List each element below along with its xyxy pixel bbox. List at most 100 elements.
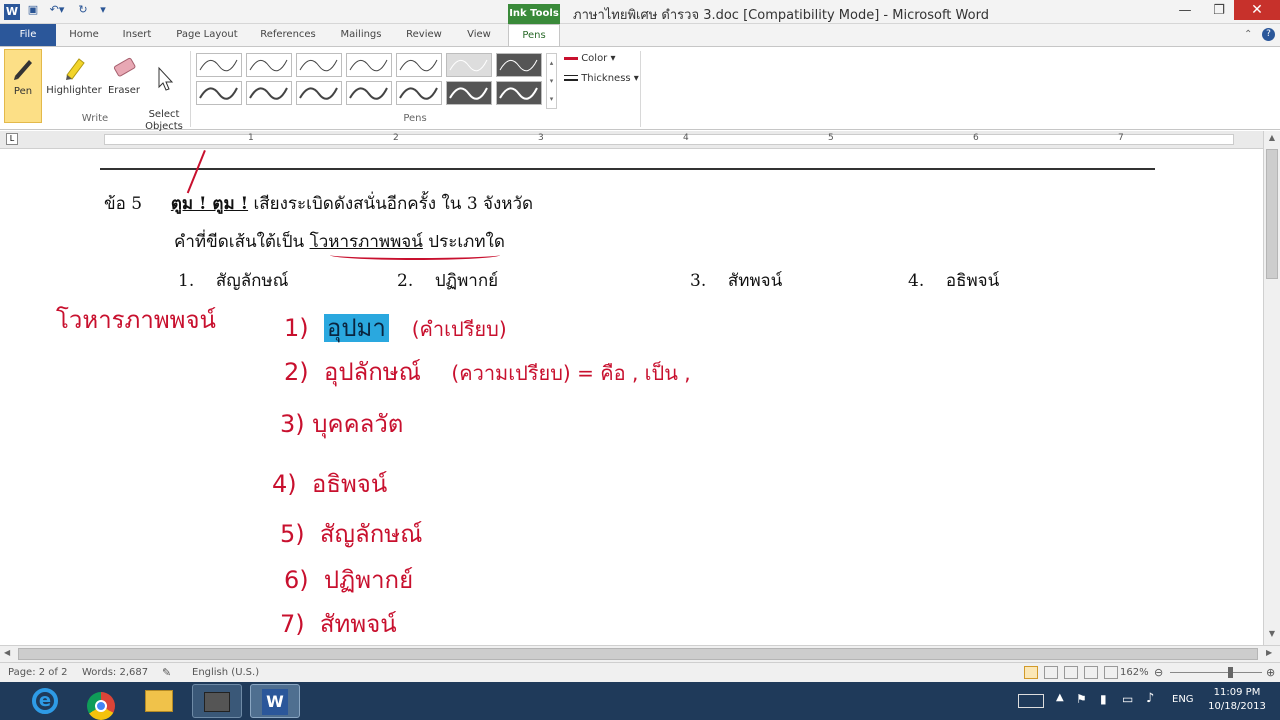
ink-tools-contextual-label: Ink Tools <box>508 4 560 24</box>
pen-style-swatch[interactable] <box>396 81 442 105</box>
ruler-number: 1 <box>248 133 254 143</box>
pens-gallery <box>196 53 544 109</box>
horizontal-scrollbar[interactable]: ◀ ▶ <box>0 645 1280 662</box>
tab-review[interactable]: Review <box>398 24 450 46</box>
chrome-icon[interactable] <box>76 684 126 720</box>
web-layout-view-icon[interactable] <box>1064 666 1078 679</box>
internet-explorer-icon[interactable]: e <box>20 684 70 718</box>
input-language[interactable]: ENG <box>1172 694 1194 705</box>
pen-style-swatch[interactable] <box>296 81 342 105</box>
full-screen-view-icon[interactable] <box>1044 666 1058 679</box>
tab-home[interactable]: Home <box>62 24 106 46</box>
group-separator <box>190 51 191 127</box>
undo-icon[interactable]: ↶▾ <box>46 3 68 20</box>
outline-view-icon[interactable] <box>1084 666 1098 679</box>
horizontal-scroll-thumb[interactable] <box>18 648 1258 660</box>
word-taskbar-icon[interactable]: W <box>250 684 300 718</box>
draft-view-icon[interactable] <box>1104 666 1118 679</box>
keyboard-icon[interactable] <box>1018 694 1044 708</box>
word-count[interactable]: Words: 2,687 <box>82 667 148 678</box>
taskbar-app-icon[interactable] <box>192 684 242 718</box>
minimize-ribbon-icon[interactable]: ⌃ <box>1244 29 1252 40</box>
print-layout-view-icon[interactable] <box>1024 666 1038 679</box>
prompt-prefix: คำที่ขีดเส้นใต้เป็น <box>174 232 305 252</box>
group-separator <box>640 51 641 127</box>
vertical-scrollbar[interactable]: ▲ ▼ <box>1263 131 1280 645</box>
zoom-in-icon[interactable]: ⊕ <box>1266 666 1275 679</box>
question-underlined-words: ตูม ! ตูม ! <box>170 194 249 214</box>
network-icon[interactable]: ▮ <box>1100 692 1107 706</box>
pen-style-swatch[interactable] <box>196 81 242 105</box>
pen-style-swatch[interactable] <box>496 81 542 105</box>
show-hidden-icons-icon[interactable]: ▲ <box>1056 692 1064 703</box>
pen-label: Pen <box>13 86 33 97</box>
ink-item-1: 1) อุปมา (คำเปรียบ) <box>284 314 507 342</box>
choice-1: 1. สัญลักษณ์ <box>178 271 289 291</box>
status-bar: Page: 2 of 2 Words: 2,687 ✎ English (U.S… <box>0 662 1280 682</box>
tab-references[interactable]: References <box>252 24 324 46</box>
tab-insert[interactable]: Insert <box>114 24 160 46</box>
pen-style-swatch[interactable] <box>496 53 542 77</box>
page-indicator[interactable]: Page: 2 of 2 <box>8 667 67 678</box>
pen-style-swatch[interactable] <box>196 53 242 77</box>
highlighter-button[interactable]: Highlighter <box>44 49 104 123</box>
pen-style-swatch[interactable] <box>246 81 292 105</box>
battery-icon[interactable]: ▭ <box>1122 692 1133 706</box>
proofing-icon[interactable]: ✎ <box>162 666 171 679</box>
zoom-level[interactable]: 162% <box>1120 667 1149 678</box>
zoom-out-icon[interactable]: ⊖ <box>1154 666 1163 679</box>
document-page[interactable]: ข้อ 5 ตูม ! ตูม ! เสียงระเบิดดังสนั่นอีก… <box>0 150 1263 645</box>
file-explorer-icon[interactable] <box>134 684 184 718</box>
tab-selector-icon[interactable]: L <box>6 133 18 145</box>
pens-gallery-scroll[interactable]: ▴ ▾ ▾ <box>546 53 557 109</box>
language-indicator[interactable]: English (U.S.) <box>192 667 259 678</box>
minimize-icon[interactable]: — <box>1168 1 1202 21</box>
pen-button[interactable]: Pen <box>4 49 42 123</box>
eraser-button[interactable]: Eraser <box>106 49 142 123</box>
pen-icon <box>14 60 32 80</box>
pen-style-swatch[interactable] <box>446 81 492 105</box>
clock[interactable]: 11:09 PM 10/18/2013 <box>1206 686 1268 714</box>
vertical-scroll-thumb[interactable] <box>1266 149 1278 279</box>
pen-style-swatch[interactable] <box>246 53 292 77</box>
flag-icon[interactable]: ⚑ <box>1076 692 1087 706</box>
color-dropdown[interactable]: Color ▾ <box>564 53 616 64</box>
scroll-left-icon[interactable]: ◀ <box>4 648 10 657</box>
tab-view[interactable]: View <box>458 24 500 46</box>
pen-style-swatch[interactable] <box>396 53 442 77</box>
ruler-number: 5 <box>828 133 834 143</box>
tab-page-layout[interactable]: Page Layout <box>170 24 244 46</box>
close-icon[interactable]: ✕ <box>1234 0 1280 20</box>
scroll-up-icon[interactable]: ▲ <box>1266 133 1278 145</box>
scroll-down-icon[interactable]: ▼ <box>1266 629 1278 641</box>
help-icon[interactable]: ? <box>1262 28 1275 41</box>
clock-time: 11:09 PM <box>1213 687 1261 698</box>
thickness-dropdown[interactable]: Thickness ▾ <box>564 73 639 84</box>
pen-style-swatch[interactable] <box>446 53 492 77</box>
restore-icon[interactable]: ❐ <box>1202 1 1236 21</box>
word-app-icon[interactable]: W <box>4 4 20 20</box>
tab-mailings[interactable]: Mailings <box>332 24 390 46</box>
horizontal-ruler[interactable]: L 1 2 3 4 5 6 7 <box>0 131 1263 149</box>
pen-style-swatch[interactable] <box>346 53 392 77</box>
highlighter-label: Highlighter <box>46 85 102 96</box>
redo-icon[interactable]: ↻ <box>76 3 90 20</box>
ruler-number: 7 <box>1118 133 1124 143</box>
ink-item-7: 7) สัทพจน์ <box>280 610 397 638</box>
clock-date: 10/18/2013 <box>1208 701 1266 712</box>
pen-color-icon <box>564 56 578 60</box>
tab-file[interactable]: File <box>0 24 56 46</box>
scroll-right-icon[interactable]: ▶ <box>1266 648 1272 657</box>
select-objects-button[interactable]: Select Objects <box>144 49 184 132</box>
ruler-number: 3 <box>538 133 544 143</box>
customize-qat-icon[interactable]: ▾ <box>96 3 110 20</box>
save-icon[interactable]: ▣ <box>26 3 40 20</box>
pen-style-swatch[interactable] <box>346 81 392 105</box>
volume-icon[interactable]: ♪ <box>1146 691 1154 706</box>
ruler-number: 4 <box>683 133 689 143</box>
pen-style-swatch[interactable] <box>296 53 342 77</box>
zoom-slider[interactable] <box>1170 672 1262 673</box>
tab-pens[interactable]: Pens <box>508 24 560 46</box>
zoom-slider-thumb[interactable] <box>1228 667 1234 678</box>
ink-underline <box>330 250 500 260</box>
